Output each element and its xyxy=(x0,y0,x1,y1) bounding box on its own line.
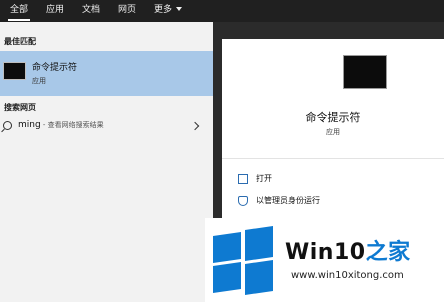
tab-apps[interactable]: 应用 xyxy=(46,5,64,16)
open-icon xyxy=(238,174,248,184)
chevron-down-icon xyxy=(176,7,183,11)
best-match-item[interactable]: 命令提示符 应用 xyxy=(0,51,213,96)
preview-subtitle: 应用 xyxy=(326,128,340,136)
cmd-large-icon xyxy=(343,55,387,89)
web-search-query: ming xyxy=(18,120,41,130)
action-run-as-admin-label: 以管理员身份运行 xyxy=(256,196,320,205)
tab-more-label: 更多 xyxy=(154,5,173,15)
best-match-title: 命令提示符 xyxy=(32,63,78,73)
windows-logo-icon xyxy=(213,226,275,295)
web-search-item[interactable]: ming - 查看网络搜索结果 xyxy=(0,117,213,137)
watermark-title: Win10之家 xyxy=(285,234,411,266)
tab-documents[interactable]: 文档 xyxy=(82,5,100,16)
action-open-label: 打开 xyxy=(256,174,272,183)
web-search-text: ming - 查看网络搜索结果 xyxy=(18,120,104,130)
tab-web[interactable]: 网页 xyxy=(118,5,136,16)
tab-more[interactable]: 更多 xyxy=(154,5,183,16)
results-pane: 最佳匹配 命令提示符 应用 搜索网页 ming - 查看网络搜索结果 xyxy=(0,22,213,302)
watermark-brand-suffix: 之家 xyxy=(365,240,411,265)
search-window: 全部 应用 文档 网页 更多 最佳匹配 命令提示符 应用 搜索网页 ming -… xyxy=(0,0,444,302)
preview-title: 命令提示符 xyxy=(305,111,361,124)
watermark-url: www.win10xitong.com xyxy=(291,270,404,281)
shield-icon xyxy=(238,196,248,206)
best-match-header: 最佳匹配 xyxy=(4,37,36,46)
watermark: Win10之家 www.win10xitong.com xyxy=(205,218,444,302)
search-web-header: 搜索网页 xyxy=(4,103,36,112)
web-search-suffix: - 查看网络搜索结果 xyxy=(40,121,104,129)
tab-all[interactable]: 全部 xyxy=(7,5,31,21)
chevron-right-icon[interactable] xyxy=(190,121,200,131)
divider xyxy=(222,158,444,159)
filter-tab-bar: 全部 应用 文档 网页 更多 xyxy=(0,0,444,22)
watermark-brand: Win10 xyxy=(285,240,366,265)
cmd-app-icon xyxy=(3,62,26,80)
search-icon xyxy=(3,121,12,130)
best-match-subtitle: 应用 xyxy=(32,77,46,85)
